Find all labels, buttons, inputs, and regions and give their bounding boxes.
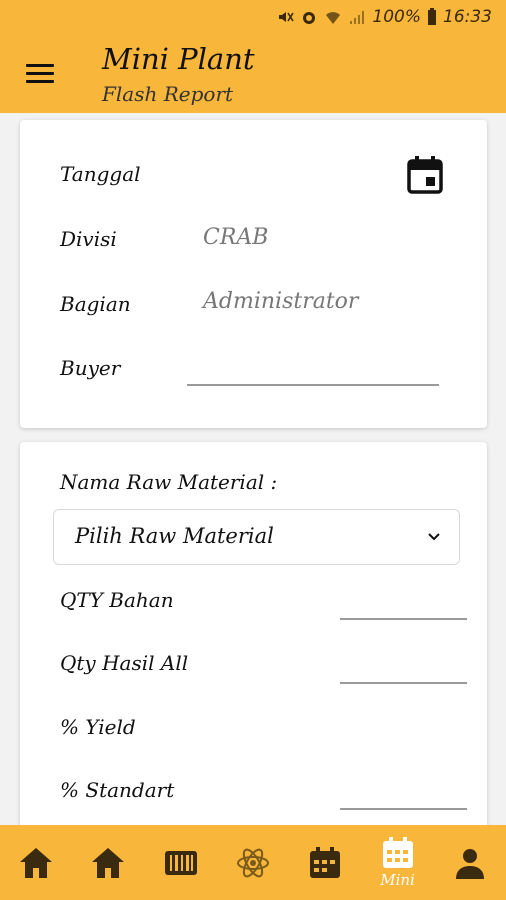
standart-label: % Standart xyxy=(60,778,175,802)
bottom-nav: Mini xyxy=(0,825,506,900)
mute-icon xyxy=(279,12,295,22)
bagian-value: Administrator xyxy=(203,289,359,314)
home-icon xyxy=(92,847,125,878)
calendar-icon[interactable] xyxy=(407,156,443,198)
alarm-icon xyxy=(303,12,316,24)
qty-hasil-underline xyxy=(340,682,467,684)
calendar-icon xyxy=(310,846,341,878)
qty-bahan-label: QTY Bahan xyxy=(60,588,174,612)
page-subtitle: Flash Report xyxy=(102,82,234,106)
calendar-grid-icon xyxy=(382,836,413,868)
buyer-input[interactable] xyxy=(190,352,440,382)
header-info-card: Tanggal Divisi CRAB Bagian Administrator… xyxy=(20,120,487,428)
nav-item-mini[interactable]: Mini xyxy=(361,825,433,900)
app-header: 100% 16:33 Mini Plant Flash Report xyxy=(0,0,506,113)
battery-icon xyxy=(428,8,436,25)
barcode-icon xyxy=(164,850,197,875)
standart-underline xyxy=(340,808,467,810)
page-title: Mini Plant xyxy=(102,42,255,76)
home-icon xyxy=(20,847,53,878)
raw-material-select[interactable]: Pilih Raw Material xyxy=(53,509,460,565)
yield-label: % Yield xyxy=(60,715,136,739)
qty-bahan-input[interactable] xyxy=(340,582,468,618)
person-icon xyxy=(455,848,484,879)
nav-item-atom[interactable] xyxy=(217,825,289,900)
status-time: 16:33 xyxy=(443,7,492,27)
nav-item-barcode[interactable] xyxy=(145,825,217,900)
status-icons: 100% 16:33 xyxy=(276,7,492,27)
nav-label-mini: Mini xyxy=(380,870,415,889)
qty-bahan-underline xyxy=(340,618,467,620)
qty-hasil-input[interactable] xyxy=(340,646,468,682)
divisi-label: Divisi xyxy=(60,227,117,251)
raw-material-label: Nama Raw Material : xyxy=(60,470,278,494)
standart-input[interactable] xyxy=(340,772,468,808)
raw-material-card: Nama Raw Material : Pilih Raw Material Q… xyxy=(20,442,487,862)
raw-material-selected: Pilih Raw Material xyxy=(75,524,274,548)
hamburger-menu-button[interactable] xyxy=(26,64,54,84)
buyer-label: Buyer xyxy=(60,356,121,380)
status-bar: 100% 16:33 xyxy=(0,0,506,34)
divisi-value: CRAB xyxy=(203,225,269,250)
qty-hasil-label: Qty Hasil All xyxy=(60,651,189,675)
atom-icon xyxy=(236,848,269,877)
nav-item-home-2[interactable] xyxy=(72,825,144,900)
tanggal-label: Tanggal xyxy=(60,162,141,186)
wifi-icon xyxy=(326,12,341,24)
nav-item-profile[interactable] xyxy=(434,825,506,900)
buyer-input-underline xyxy=(187,384,439,386)
signal-icon xyxy=(350,11,365,24)
nav-item-calendar[interactable] xyxy=(289,825,361,900)
bagian-label: Bagian xyxy=(60,292,131,316)
nav-item-home-1[interactable] xyxy=(0,825,72,900)
chevron-down-icon xyxy=(428,533,440,541)
battery-percent: 100% xyxy=(372,7,421,27)
